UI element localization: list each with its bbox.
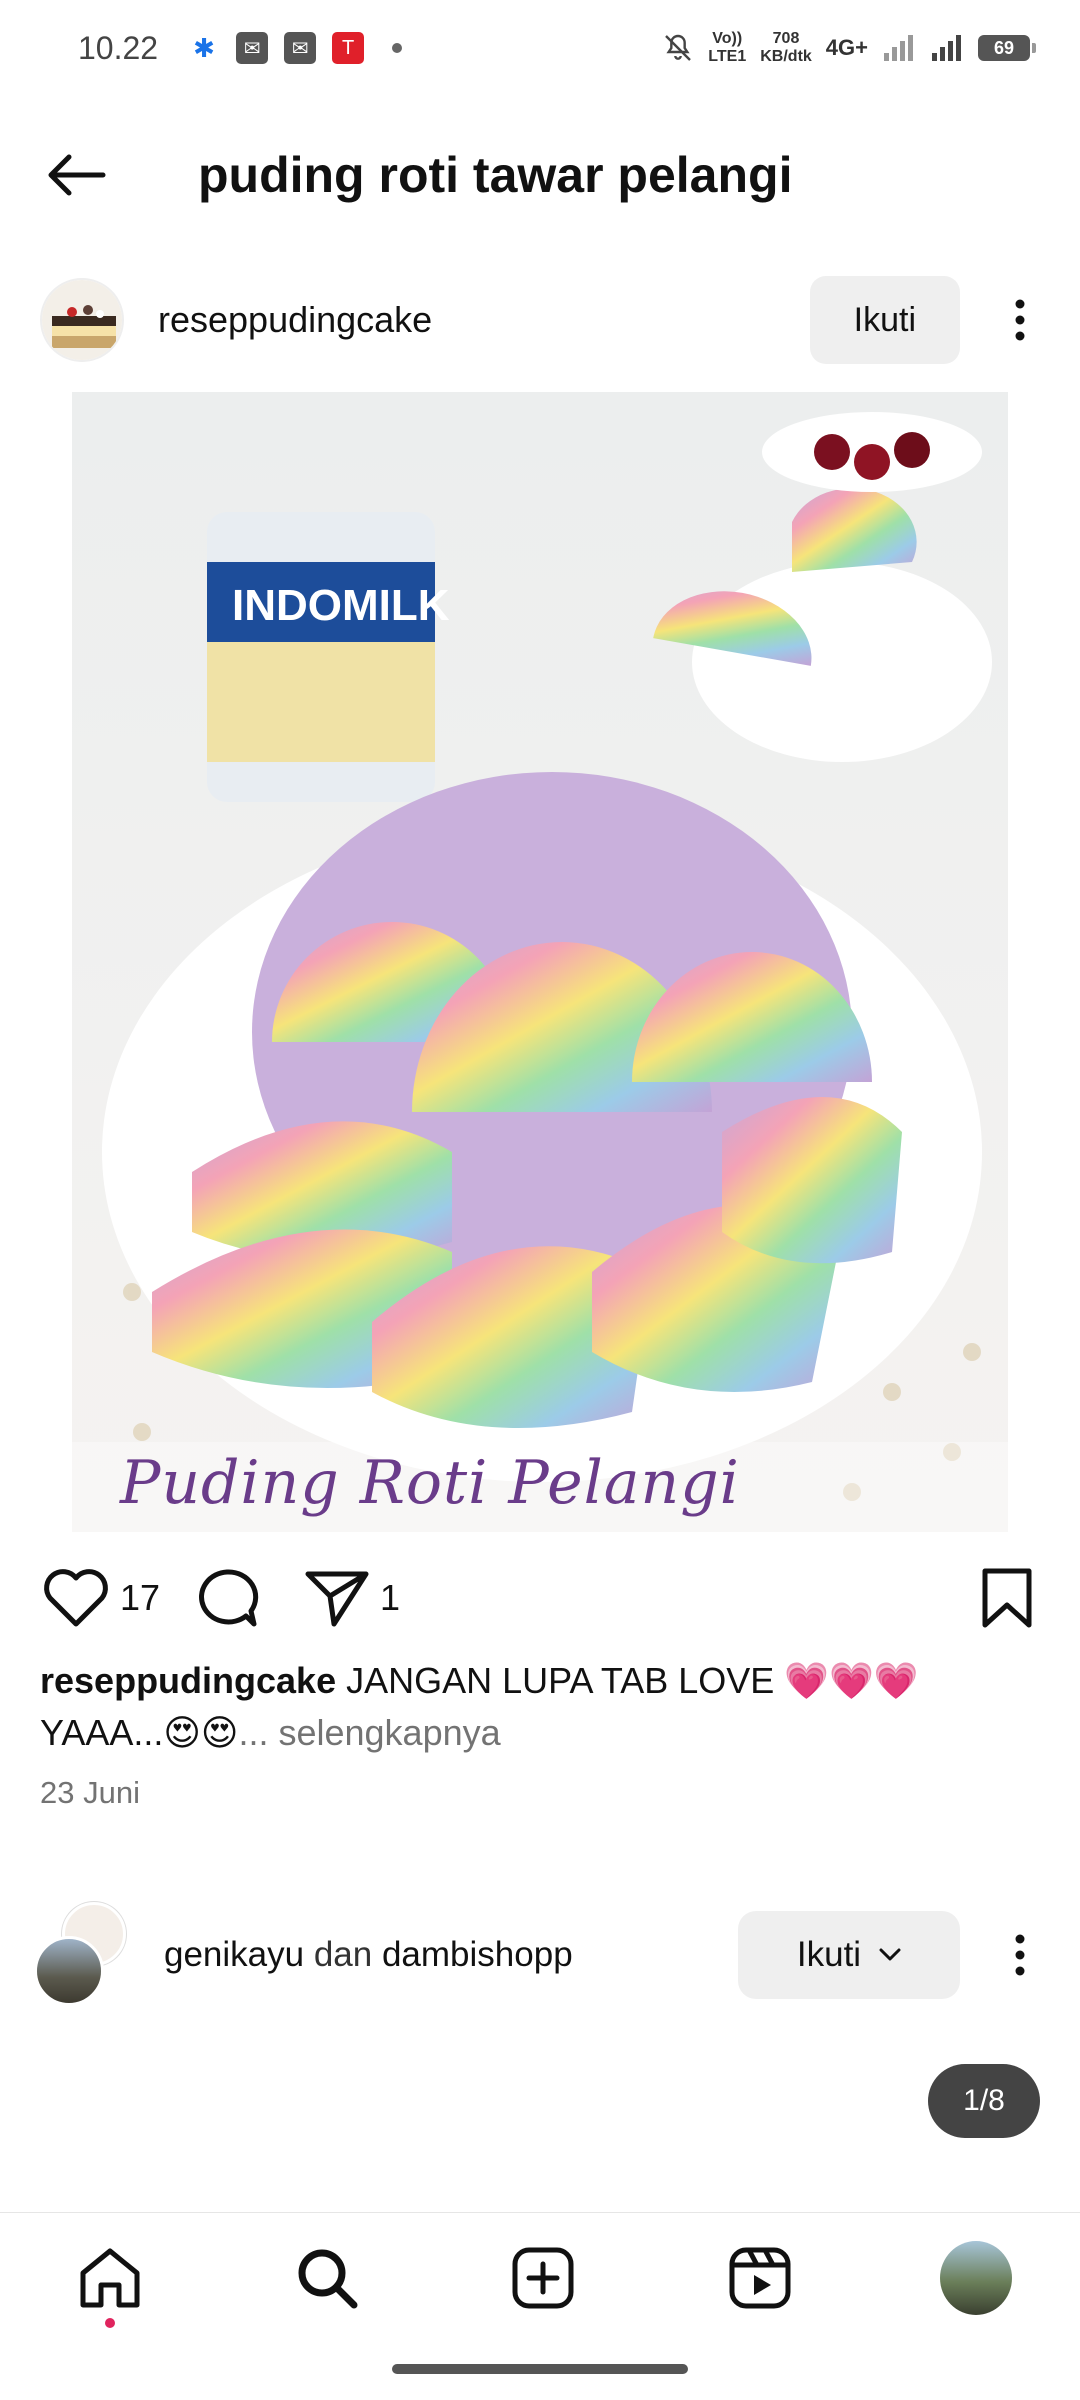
more-vertical-icon: [1015, 1934, 1025, 1976]
caption-username[interactable]: reseppudingcake: [40, 1660, 336, 1701]
suggested-user-2[interactable]: dambishopp: [382, 1935, 573, 1974]
page-title: puding roti tawar pelangi: [198, 147, 793, 203]
see-more-link[interactable]: ... selengkapnya: [238, 1712, 500, 1753]
more-options-button[interactable]: [990, 1915, 1050, 1995]
avatar-image: [42, 280, 122, 360]
like-action[interactable]: 17: [42, 1568, 160, 1628]
more-vertical-icon: [1015, 299, 1025, 341]
app-notification-icon: ✱: [193, 32, 215, 63]
more-options-button[interactable]: [990, 280, 1050, 360]
rainbow-pudding-photo: INDOMILK: [72, 392, 1008, 1532]
nav-create[interactable]: [507, 2242, 579, 2314]
telkomsel-icon: T: [332, 32, 365, 64]
network-speed: 708 KB/dtk: [760, 30, 812, 65]
network-type: 4G+: [825, 35, 868, 60]
nav-search[interactable]: [291, 2242, 363, 2314]
add-post-icon: [512, 2247, 574, 2308]
post-caption[interactable]: reseppudingcake JANGAN LUPA TAB LOVE 💗💗💗…: [40, 1655, 1040, 1759]
carousel-page-indicator: 1/8: [928, 2064, 1040, 2138]
suggested-accounts-row: genikayu dan dambishopp Ikuti: [0, 1900, 1080, 2010]
post-header: reseppudingcake Ikuti: [0, 270, 1080, 370]
can-label: INDOMILK: [232, 581, 450, 630]
post-image[interactable]: INDOMILK Puding Roti Pelangi: [72, 392, 1008, 1532]
follow-button[interactable]: Ikuti: [809, 276, 960, 364]
joiner-text: dan: [304, 1935, 382, 1974]
share-icon: [305, 1571, 369, 1627]
search-icon: [298, 2249, 357, 2308]
heart-icon: [44, 1569, 108, 1627]
reels-icon: [729, 2247, 790, 2308]
battery-icon: 69: [978, 35, 1036, 61]
stacked-avatars[interactable]: [32, 1900, 142, 2010]
top-app-bar: puding roti tawar pelangi: [0, 130, 1080, 220]
avatar: [940, 2240, 1012, 2315]
follow-dropdown-button[interactable]: Ikuti: [738, 1911, 960, 1999]
home-icon: [80, 2248, 140, 2307]
suggested-user-1[interactable]: genikayu: [164, 1935, 304, 1974]
gesture-home-indicator[interactable]: [392, 2364, 688, 2374]
post-date: 23 Juni: [40, 1775, 140, 1810]
mail-icon: ✉: [236, 32, 269, 64]
notification-dot: [105, 2317, 115, 2328]
status-right: Vo)) LTE1 708 KB/dtk 4G+ 69: [662, 30, 1036, 66]
comment-icon: [199, 1569, 259, 1627]
notification-icons: ✱ ✉ ✉ T: [188, 32, 403, 64]
nav-profile[interactable]: [940, 2240, 1012, 2315]
post-actions: 17 1: [0, 1555, 1080, 1641]
bottom-navigation: [0, 2212, 1080, 2342]
bookmark-icon: [982, 1568, 1032, 1628]
status-bar: 10.22 ✱ ✉ ✉ T Vo)) LTE1 708 KB/dtk 4G+ 69: [0, 0, 1080, 96]
comment-button[interactable]: [194, 1566, 260, 1630]
share-count[interactable]: 1: [380, 1577, 400, 1619]
more-notifications-dot: [392, 43, 403, 53]
avatar: [34, 1936, 104, 2006]
volte-indicator: Vo)) LTE1: [708, 30, 747, 65]
back-button[interactable]: [36, 135, 116, 215]
suggested-usernames: genikayu dan dambishopp: [164, 1935, 573, 1975]
nav-home[interactable]: [74, 2242, 146, 2328]
avatar[interactable]: [40, 278, 124, 362]
nav-reels[interactable]: [724, 2242, 796, 2314]
share-action[interactable]: 1: [304, 1568, 400, 1628]
mail-icon: ✉: [284, 32, 317, 64]
signal-icon: [884, 35, 913, 61]
save-button[interactable]: [980, 1567, 1034, 1629]
image-caption: Puding Roti Pelangi: [120, 1448, 740, 1518]
chevron-down-icon: [879, 1948, 901, 1961]
mute-icon: [665, 34, 692, 61]
back-arrow-icon: [48, 154, 106, 196]
post-username[interactable]: reseppudingcake: [158, 299, 432, 341]
follow-dropdown-label: Ikuti: [796, 1935, 862, 1974]
status-time: 10.22: [78, 29, 159, 66]
signal-icon: [932, 35, 961, 61]
like-count[interactable]: 17: [120, 1577, 160, 1619]
